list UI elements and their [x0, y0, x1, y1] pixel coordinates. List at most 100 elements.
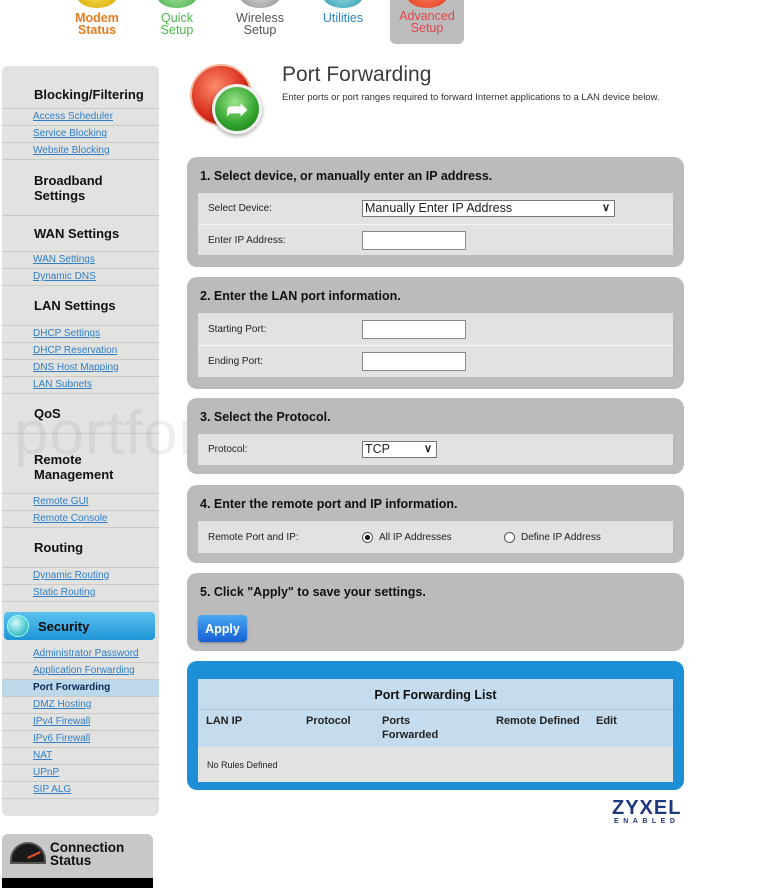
ending-port-row: Ending Port:	[198, 345, 673, 377]
remote-port-row: Remote Port and IP: All IP Addresses Def…	[198, 521, 673, 553]
no-rules-text: No Rules Defined	[207, 760, 278, 770]
radio-all-ip-addresses[interactable]: All IP Addresses	[362, 531, 452, 543]
sidebar-link-service-blocking[interactable]: Service Blocking	[2, 126, 159, 143]
chevron-down-icon: ∨	[601, 202, 610, 214]
ip-address-row: Enter IP Address:	[198, 224, 673, 255]
sidebar-link-application-forwarding[interactable]: Application Forwarding	[2, 663, 159, 680]
nav-label-line2: Setup	[410, 21, 444, 35]
select-device-dropdown[interactable]: Manually Enter IP Address ∨	[362, 200, 615, 217]
starting-port-row: Starting Port:	[198, 313, 673, 345]
sidebar-heading-wan-settings[interactable]: WAN Settings	[2, 216, 159, 252]
nav-wireless-setup[interactable]: Wireless Setup	[222, 0, 298, 36]
sidebar-link-lan-subnets[interactable]: LAN Subnets	[2, 377, 159, 394]
sidebar-link-administrator-password[interactable]: Administrator Password	[2, 646, 159, 663]
sidebar-heading-remote-management[interactable]: Remote Management	[2, 434, 159, 494]
top-navigation: Modem Status Quick Setup Wireless Setup Uti…	[0, 0, 768, 48]
col-remote-defined: Remote Defined	[496, 715, 580, 727]
sidebar-heading-routing[interactable]: Routing	[2, 528, 159, 568]
heading-line1: Broadband	[34, 173, 103, 188]
sidebar-link-remote-console[interactable]: Remote Console	[2, 511, 159, 528]
sidebar-link-static-routing[interactable]: Static Routing	[2, 585, 159, 602]
sidebar-link-dynamic-dns[interactable]: Dynamic DNS	[2, 269, 159, 286]
security-label: Security	[38, 618, 90, 634]
list-title: Port Forwarding List	[374, 688, 497, 702]
apply-button[interactable]: Apply	[198, 615, 247, 642]
protocol-value: TCP	[365, 442, 390, 456]
radio-define-ip-address[interactable]: Define IP Address	[504, 531, 601, 543]
step3-title: 3. Select the Protocol.	[200, 410, 331, 424]
sidebar-link-access-scheduler[interactable]: Access Scheduler	[2, 109, 159, 126]
step2-panel: 2. Enter the LAN port information. Start…	[187, 277, 684, 389]
step5-panel: 5. Click "Apply" to save your settings. …	[187, 573, 684, 651]
sidebar-link-dynamic-routing[interactable]: Dynamic Routing	[2, 568, 159, 585]
sidebar-heading-broadband-settings[interactable]: Broadband Settings	[2, 160, 159, 216]
sidebar-link-sip-alg[interactable]: SIP ALG	[2, 782, 159, 799]
forward-arrow-icon: ➦	[212, 84, 262, 134]
step4-panel: 4. Enter the remote port and IP informat…	[187, 485, 684, 563]
select-device-row: Select Device: Manually Enter IP Address…	[198, 193, 673, 224]
sidebar-link-wan-settings[interactable]: WAN Settings	[2, 252, 159, 269]
nav-label-line2: Status	[77, 23, 117, 37]
sidebar-heading-lan-settings[interactable]: LAN Settings	[2, 286, 159, 326]
port-forwarding-icon: ➦	[190, 64, 270, 136]
sidebar-link-upnp[interactable]: UPnP	[2, 765, 159, 782]
speedometer-icon	[10, 842, 46, 864]
sidebar-link-ipv4-firewall[interactable]: IPv4 Firewall	[2, 714, 159, 731]
col-edit: Edit	[596, 715, 617, 727]
starting-port-input[interactable]	[362, 319, 466, 339]
radio-define-ip-label: Define IP Address	[521, 531, 601, 543]
sidebar-link-nat[interactable]: NAT	[2, 748, 159, 765]
radio-all-ip-label: All IP Addresses	[379, 531, 452, 543]
ending-port-label: Ending Port:	[208, 356, 264, 367]
col-ports-forwarded: Ports Forwarded	[382, 715, 439, 741]
sidebar-link-remote-gui[interactable]: Remote GUI	[2, 494, 159, 511]
brand-name: ZYXEL	[612, 797, 682, 819]
globe-icon	[7, 615, 29, 637]
protocol-label: Protocol:	[208, 444, 248, 455]
step1-panel: 1. Select device, or manually enter an I…	[187, 157, 684, 267]
protocol-row: Protocol: TCP ∨	[198, 434, 673, 465]
heading-line2: Management	[34, 467, 114, 482]
brand-tagline: ENABLED	[614, 818, 680, 825]
remote-port-label: Remote Port and IP:	[208, 531, 299, 543]
sidebar-link-ipv6-firewall[interactable]: IPv6 Firewall	[2, 731, 159, 748]
select-device-value: Manually Enter IP Address	[365, 201, 513, 215]
page-title: Port Forwarding	[282, 63, 432, 86]
starting-port-label: Starting Port:	[208, 323, 267, 335]
connection-status-button[interactable]: Connection Status	[2, 834, 153, 888]
connection-status-line2: Status	[50, 853, 92, 868]
radio-unselected-icon	[504, 531, 515, 543]
col-lan-ip: LAN IP	[206, 715, 243, 727]
connection-status-bar	[2, 878, 153, 888]
chevron-down-icon: ∨	[423, 443, 432, 455]
step1-title: 1. Select device, or manually enter an I…	[200, 169, 493, 183]
list-header: Port Forwarding List LAN IP Protocol Por…	[198, 679, 673, 747]
nav-utilities[interactable]: Utilities	[308, 0, 378, 24]
sidebar-link-dmz-hosting[interactable]: DMZ Hosting	[2, 697, 159, 714]
nav-advanced-setup[interactable]: Advanced Setup	[390, 0, 464, 44]
sidebar-link-port-forwarding[interactable]: Port Forwarding	[2, 680, 159, 697]
protocol-dropdown[interactable]: TCP ∨	[362, 441, 437, 458]
col-protocol: Protocol	[306, 715, 351, 727]
sidebar-link-dns-host-mapping[interactable]: DNS Host Mapping	[2, 360, 159, 377]
nav-quick-setup[interactable]: Quick Setup	[142, 0, 212, 36]
ip-address-input[interactable]	[362, 230, 466, 250]
sidebar: Blocking/Filtering Access Scheduler Serv…	[2, 66, 159, 816]
page-description: Enter ports or port ranges required to f…	[282, 92, 660, 103]
step2-title: 2. Enter the LAN port information.	[200, 289, 401, 303]
step4-title: 4. Enter the remote port and IP informat…	[200, 497, 458, 511]
list-divider	[198, 709, 673, 710]
sidebar-link-website-blocking[interactable]: Website Blocking	[2, 143, 159, 160]
sidebar-heading-qos[interactable]: QoS	[2, 394, 159, 434]
nav-label-line1: Utilities	[322, 11, 364, 25]
nav-label-line2: Setup	[160, 23, 194, 37]
sidebar-heading-security[interactable]: Security	[4, 612, 155, 640]
zyxel-logo: ZYXEL ENABLED	[612, 798, 681, 826]
ending-port-input[interactable]	[362, 352, 466, 371]
step3-panel: 3. Select the Protocol. Protocol: TCP ∨	[187, 398, 684, 474]
sidebar-heading-blocking-filtering[interactable]: Blocking/Filtering	[2, 80, 159, 109]
sidebar-link-dhcp-reservation[interactable]: DHCP Reservation	[2, 343, 159, 360]
nav-modem-status[interactable]: Modem Status	[62, 0, 132, 36]
sidebar-link-dhcp-settings[interactable]: DHCP Settings	[2, 326, 159, 343]
nav-label-line2: Setup	[243, 23, 277, 37]
